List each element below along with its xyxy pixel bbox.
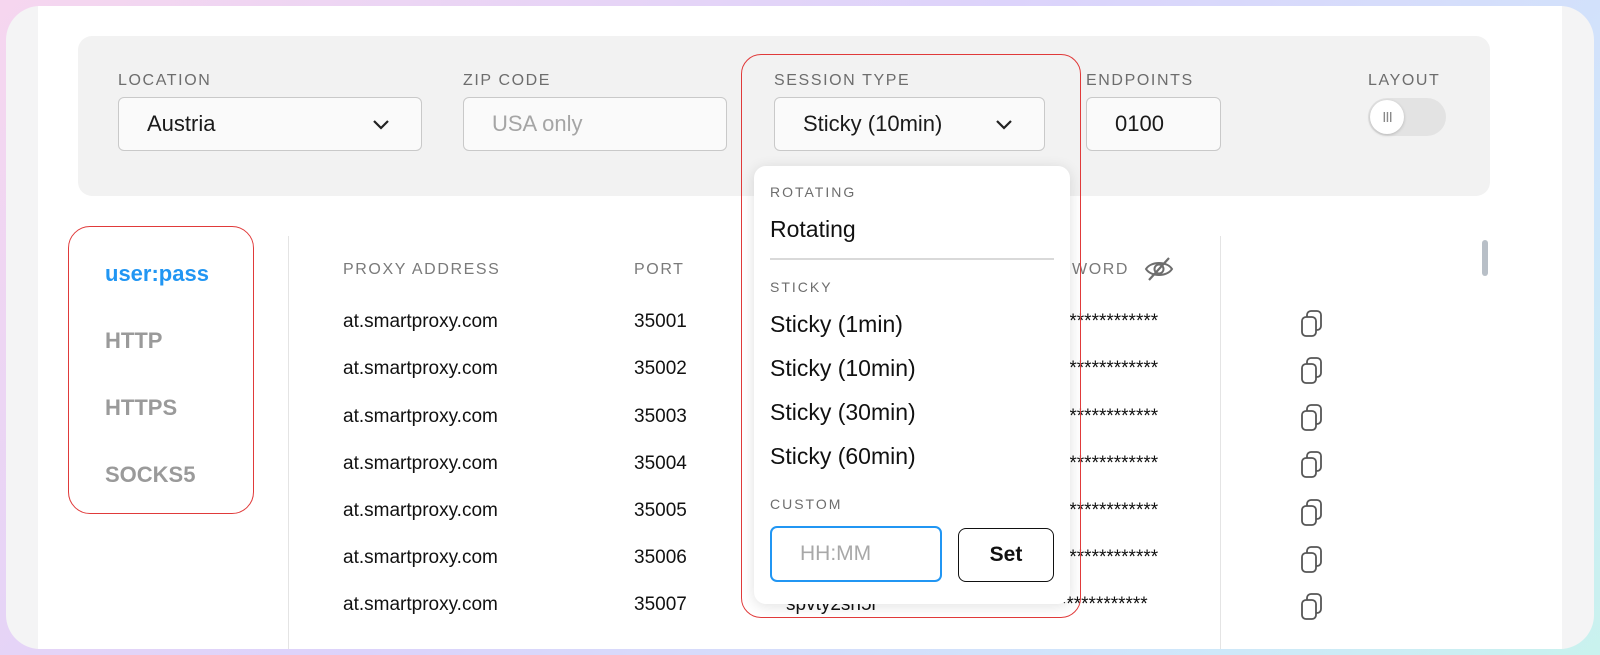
- copy-icon[interactable]: [1300, 309, 1324, 339]
- menu-separator: [770, 258, 1054, 260]
- copy-icon[interactable]: [1300, 356, 1324, 386]
- eye-off-icon[interactable]: [1144, 256, 1174, 282]
- port: 35005: [634, 500, 687, 521]
- protocol-https[interactable]: HTTPS: [105, 395, 177, 421]
- header-proxy-address: PROXY ADDRESS: [343, 261, 501, 278]
- copy-icon[interactable]: [1300, 592, 1324, 622]
- scrollbar[interactable]: [1482, 240, 1488, 276]
- endpoints-value: 0100: [1115, 111, 1164, 136]
- divider: [288, 236, 289, 649]
- port: 35006: [634, 547, 687, 568]
- menu-item-rotating[interactable]: Rotating: [770, 216, 856, 243]
- set-button[interactable]: Set: [958, 528, 1054, 582]
- group-label-rotating: ROTATING: [770, 184, 857, 200]
- port: 35003: [634, 406, 687, 427]
- divider: [1220, 236, 1221, 649]
- chevron-down-icon: [373, 120, 389, 130]
- proxy-address: at.smartproxy.com: [343, 311, 498, 332]
- password: *************: [1062, 311, 1159, 332]
- session-type-label: SESSION TYPE: [774, 72, 911, 89]
- password: *************: [1062, 500, 1159, 521]
- proxy-address: at.smartproxy.com: [343, 358, 498, 379]
- copy-icon[interactable]: [1300, 545, 1324, 575]
- location-value: Austria: [147, 111, 216, 136]
- location-select[interactable]: Austria: [118, 97, 422, 151]
- custom-duration-placeholder: HH:MM: [800, 542, 872, 565]
- menu-item-sticky-60min[interactable]: Sticky (60min): [770, 443, 916, 470]
- proxy-address: at.smartproxy.com: [343, 594, 498, 615]
- session-type-menu: ROTATING Rotating STICKY Sticky (1min) S…: [754, 166, 1070, 604]
- protocol-http[interactable]: HTTP: [105, 328, 162, 354]
- endpoints-input[interactable]: 0100: [1086, 97, 1221, 151]
- custom-duration-input[interactable]: HH:MM: [770, 526, 942, 582]
- port: 35002: [634, 358, 687, 379]
- layout-toggle[interactable]: III: [1368, 98, 1446, 136]
- copy-icon[interactable]: [1300, 403, 1324, 433]
- password: *************: [1062, 453, 1159, 474]
- menu-item-sticky-10min[interactable]: Sticky (10min): [770, 355, 916, 382]
- session-type-value: Sticky (10min): [803, 111, 943, 136]
- menu-item-sticky-1min[interactable]: Sticky (1min): [770, 311, 903, 338]
- port: 35001: [634, 311, 687, 332]
- copy-icon[interactable]: [1300, 498, 1324, 528]
- zip-label: ZIP CODE: [463, 72, 552, 89]
- proxy-address: at.smartproxy.com: [343, 547, 498, 568]
- endpoints-label: ENDPOINTS: [1086, 72, 1194, 89]
- chevron-down-icon: [996, 120, 1012, 130]
- group-label-sticky: STICKY: [770, 279, 833, 295]
- protocol-socks5[interactable]: SOCKS5: [105, 462, 195, 488]
- menu-item-sticky-30min[interactable]: Sticky (30min): [770, 399, 916, 426]
- proxy-address: at.smartproxy.com: [343, 500, 498, 521]
- session-type-select[interactable]: Sticky (10min): [774, 97, 1045, 151]
- protocol-user-pass[interactable]: user:pass: [105, 261, 209, 287]
- password: *************: [1062, 406, 1159, 427]
- copy-icon[interactable]: [1300, 450, 1324, 480]
- zip-placeholder: USA only: [492, 111, 583, 136]
- app-frame: LOCATION Austria ZIP CODE USA only SESSI…: [6, 6, 1594, 649]
- proxy-setup-card: LOCATION Austria ZIP CODE USA only SESSI…: [38, 6, 1562, 649]
- header-password: WORD: [1072, 261, 1130, 278]
- layout-label: LAYOUT: [1368, 72, 1441, 89]
- protocol-list: user:pass HTTP HTTPS SOCKS5: [68, 226, 254, 514]
- port: 35007: [634, 594, 687, 615]
- zip-input[interactable]: USA only: [463, 97, 727, 151]
- port: 35004: [634, 453, 687, 474]
- toggle-knob: III: [1370, 100, 1404, 134]
- location-label: LOCATION: [118, 72, 212, 89]
- proxy-address: at.smartproxy.com: [343, 406, 498, 427]
- proxy-address: at.smartproxy.com: [343, 453, 498, 474]
- password: *************: [1062, 547, 1159, 568]
- password: *************: [1062, 358, 1159, 379]
- group-label-custom: CUSTOM: [770, 496, 843, 512]
- header-port: PORT: [634, 261, 685, 278]
